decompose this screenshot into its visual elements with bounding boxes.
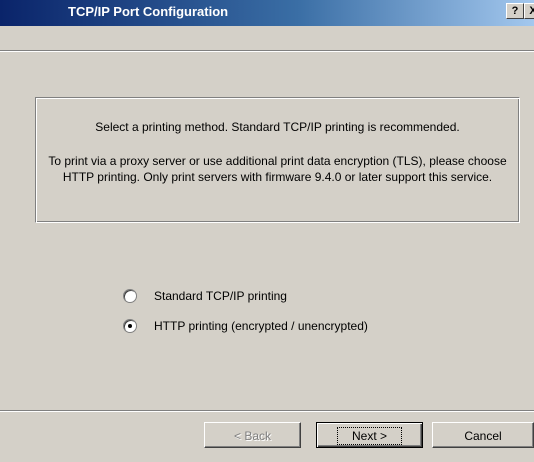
help-icon: ? xyxy=(511,5,519,17)
radio-standard-tcpip[interactable] xyxy=(123,289,137,303)
info-panel: Select a printing method. Standard TCP/I… xyxy=(35,97,520,223)
tcpip-port-configuration-dialog: TCP/IP Port Configuration ? X Select a p… xyxy=(0,0,534,462)
next-button[interactable]: Next > xyxy=(316,422,423,448)
close-icon: X xyxy=(529,5,534,17)
back-button[interactable]: < Back xyxy=(204,422,301,448)
radio-http-printing[interactable] xyxy=(123,319,137,333)
option-standard-tcpip[interactable]: Standard TCP/IP printing xyxy=(123,288,287,304)
cancel-button[interactable]: Cancel xyxy=(432,422,534,448)
title-bar: TCP/IP Port Configuration ? X xyxy=(0,0,534,26)
info-detail-text: To print via a proxy server or use addit… xyxy=(48,154,507,184)
option-http-printing-label[interactable]: HTTP printing (encrypted / unencrypted) xyxy=(154,319,368,333)
header-separator xyxy=(0,50,534,52)
option-http-printing[interactable]: HTTP printing (encrypted / unencrypted) xyxy=(123,318,368,334)
info-instruction-text: Select a printing method. Standard TCP/I… xyxy=(95,120,460,134)
option-standard-tcpip-label[interactable]: Standard TCP/IP printing xyxy=(154,289,287,303)
footer-separator xyxy=(0,410,534,412)
next-button-label: Next > xyxy=(336,427,402,445)
close-button[interactable]: X xyxy=(524,3,534,19)
window-title: TCP/IP Port Configuration xyxy=(68,4,229,19)
help-button[interactable]: ? xyxy=(506,3,524,19)
